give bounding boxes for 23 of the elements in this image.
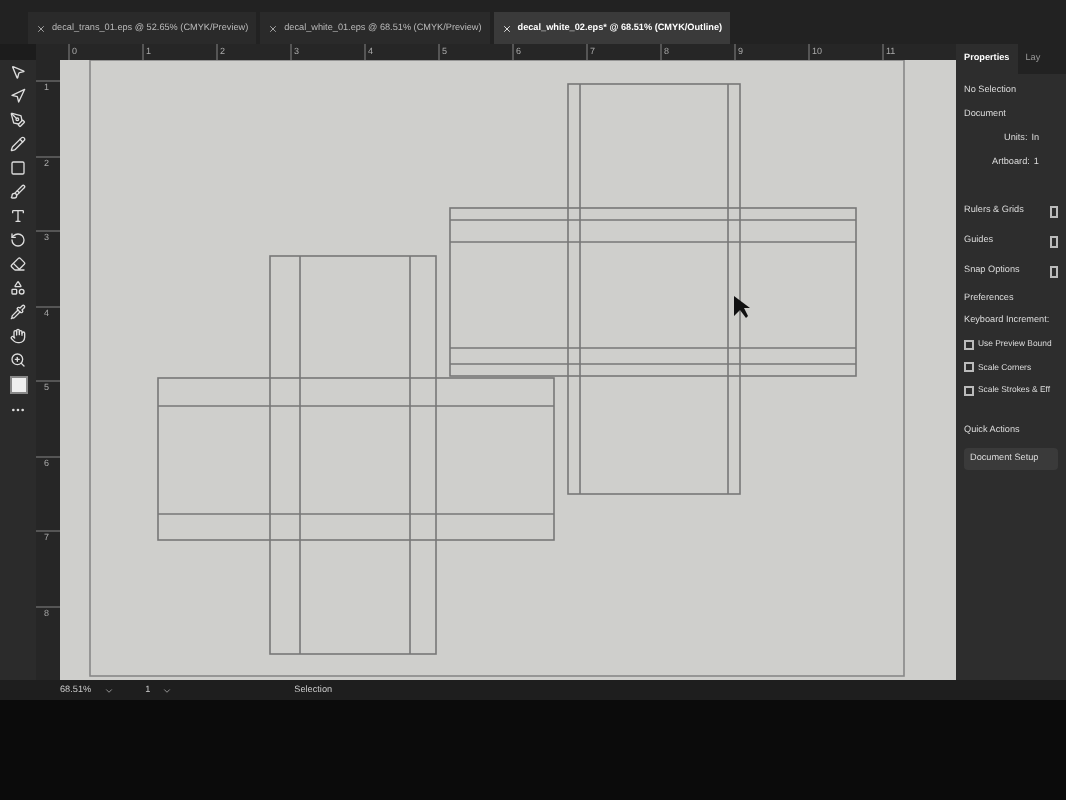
hand-icon[interactable] [10,328,26,344]
checkbox[interactable] [964,362,974,373]
caret-icon[interactable] [103,685,114,695]
eyedropper-icon[interactable] [10,304,26,320]
shapes-icon[interactable] [10,280,26,296]
zoom-icon[interactable] [10,352,26,368]
brush-icon[interactable] [10,184,26,200]
rotate-icon[interactable] [10,232,26,248]
selection-arrow-icon[interactable] [10,64,26,80]
section-options-icon[interactable] [1050,235,1058,248]
pencil-icon[interactable] [10,136,26,152]
type-icon[interactable] [10,208,26,224]
cursor-icon [734,296,750,318]
checkbox[interactable] [964,339,974,350]
pen-icon[interactable] [10,112,26,128]
section-options-icon[interactable] [1050,265,1058,278]
caret-icon[interactable] [162,685,173,695]
section-options-icon[interactable] [1050,205,1058,218]
checkbox[interactable] [964,385,974,396]
direct-selection-icon[interactable] [10,88,26,104]
eraser-icon[interactable] [10,256,26,272]
rectangle-icon[interactable] [10,160,26,176]
fill-swatch-icon[interactable] [9,376,27,394]
